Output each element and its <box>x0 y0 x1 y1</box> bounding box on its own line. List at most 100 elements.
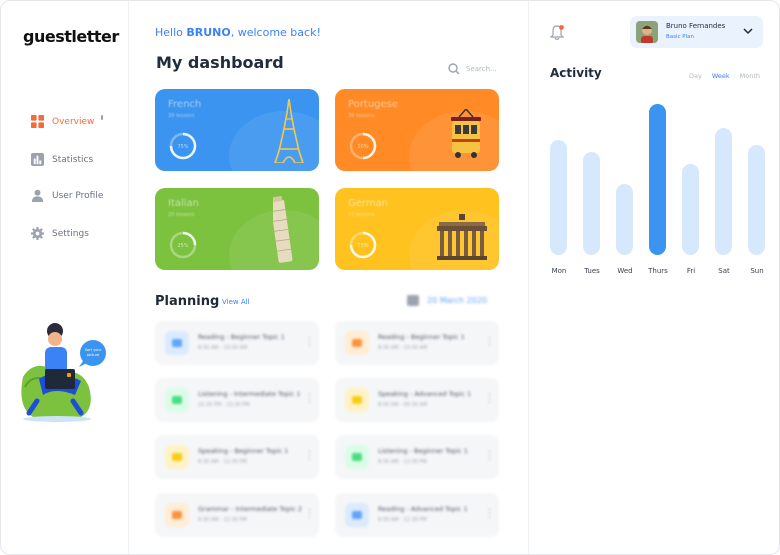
bar-chart-icon <box>31 153 44 166</box>
app-window: guestletter Overview Statistics User Pro… <box>0 0 780 555</box>
brandenburg-gate-icon <box>437 214 487 260</box>
chevron-down-icon <box>743 28 753 35</box>
more-options-icon[interactable]: · · · <box>488 334 491 352</box>
course-lessons: 20 lessons <box>168 212 195 218</box>
active-indicator <box>101 115 103 120</box>
lesson-title: Reading - Advanced Topic 1 <box>378 505 468 513</box>
lesson-time: 8:30 AM - 12:30 PM <box>198 517 247 523</box>
lesson-card[interactable]: Listening - Intermediate Topic 1 22:30 PM… <box>155 378 319 422</box>
lesson-title: Grammar - Intermediate Topic 2 <box>198 505 303 513</box>
more-options-icon[interactable]: · · · <box>308 391 311 409</box>
progress-value: 50% <box>357 144 368 150</box>
activity-bar[interactable] <box>616 184 633 255</box>
planning-title: Planning <box>155 294 220 309</box>
lesson-title: Listening - Intermediate Topic 1 <box>198 390 301 398</box>
greeting-prefix: Hello <box>155 26 187 39</box>
search-input[interactable]: Search... <box>448 63 497 75</box>
activity-bar[interactable] <box>682 164 699 255</box>
search-icon <box>448 63 460 75</box>
view-all-link[interactable]: View All <box>222 298 250 306</box>
lesson-card[interactable]: Reading - Beginner Topic 1 8:30 AM - 10:3… <box>155 321 319 365</box>
lesson-title: Reading - Beginner Topic 1 <box>378 333 465 341</box>
lesson-time: 8:30 AM - 12:30 PM <box>378 459 427 465</box>
eiffel-tower-icon <box>274 99 304 163</box>
activity-bar[interactable] <box>748 145 765 255</box>
svg-text:picture: picture <box>87 353 100 357</box>
more-options-icon[interactable]: · · · <box>308 334 311 352</box>
activity-title: Activity <box>550 66 602 80</box>
course-card-german[interactable]: German 15 lessons 75% <box>335 188 499 270</box>
date-picker[interactable]: 20 March 2020 <box>407 295 487 306</box>
headphones-icon <box>345 445 369 469</box>
day-label: Mon <box>551 267 567 275</box>
lesson-card[interactable]: Speaking - Advanced Topic 1 8:30 AM - 09:… <box>335 378 499 422</box>
calendar-icon <box>407 295 419 306</box>
day-label: Fri <box>686 267 696 275</box>
bell-icon[interactable] <box>550 25 564 41</box>
lesson-title: Listening - Beginner Topic 1 <box>378 447 468 455</box>
headphones-icon <box>165 388 189 412</box>
activity-bar[interactable] <box>550 140 567 255</box>
gear-icon <box>31 227 44 240</box>
right-panel <box>528 1 779 554</box>
lesson-time: 22:30 PM - 23:30 PM <box>198 402 250 408</box>
profile-plan: Basic Plan <box>666 34 695 40</box>
sidebar-item-overview[interactable]: Overview <box>31 115 94 128</box>
lesson-card[interactable]: Grammar - Intermediate Topic 2 8:30 AM - … <box>155 493 319 537</box>
greeting-suffix: , welcome back! <box>230 26 321 39</box>
sidebar-item-settings[interactable]: Settings <box>31 227 89 240</box>
day-label: Sat <box>718 267 730 275</box>
progress-ring: 75% <box>169 132 197 160</box>
course-card-italian[interactable]: Italian 20 lessons 25% <box>155 188 319 270</box>
activity-bar[interactable] <box>715 128 732 255</box>
lesson-title: Reading - Beginner Topic 1 <box>198 333 285 341</box>
lesson-card[interactable]: Listening - Beginner Topic 1 8:30 AM - 12… <box>335 435 499 479</box>
sidebar-item-user-profile[interactable]: User Profile <box>31 189 103 202</box>
course-lessons: 15 lessons <box>348 212 375 218</box>
app-logo[interactable]: guestletter <box>23 27 119 46</box>
page-title: My dashboard <box>156 53 284 72</box>
book-icon <box>345 503 369 527</box>
course-language: French <box>168 99 202 110</box>
lesson-card[interactable]: Reading - Beginner Topic 1 8:30 AM - 10:3… <box>335 321 499 365</box>
tab-week[interactable]: Week <box>712 72 730 80</box>
sidebar: guestletter Overview Statistics User Pro… <box>1 1 129 554</box>
progress-value: 25% <box>177 243 188 249</box>
search-placeholder: Search... <box>466 65 497 73</box>
day-label: Thurs <box>648 267 668 275</box>
course-card-french[interactable]: French 39 lessons 75% <box>155 89 319 171</box>
more-options-icon[interactable]: · · · <box>308 448 311 466</box>
sidebar-item-label: Settings <box>52 228 89 239</box>
course-lessons: 39 lessons <box>348 113 375 119</box>
lesson-card[interactable]: Speaking - Beginner Topic 1 8:30 AM - 12:… <box>155 435 319 479</box>
progress-value: 75% <box>177 144 188 150</box>
profile-name: Bruno Fernandes <box>666 22 726 30</box>
activity-bar[interactable] <box>583 152 600 255</box>
lesson-time: 8:30 AM - 10:30 AM <box>378 345 428 351</box>
progress-ring: 75% <box>349 231 377 259</box>
course-lessons: 39 lessons <box>168 113 195 119</box>
progress-ring: 50% <box>349 132 377 160</box>
course-language: German <box>348 198 389 209</box>
speaker-icon <box>165 445 189 469</box>
user-icon <box>31 189 44 202</box>
tab-month[interactable]: Month <box>740 72 760 80</box>
more-options-icon[interactable]: · · · <box>488 506 491 524</box>
student-illustration: Sort your picture <box>21 323 106 422</box>
more-options-icon[interactable]: · · · <box>488 448 491 466</box>
more-options-icon[interactable]: · · · <box>308 506 311 524</box>
grid-icon <box>31 115 44 128</box>
tab-day[interactable]: Day <box>689 72 702 80</box>
activity-bar[interactable] <box>649 104 666 255</box>
more-options-icon[interactable]: · · · <box>488 391 491 409</box>
course-card-portugese[interactable]: Portugese 39 lessons 50% <box>335 89 499 171</box>
lesson-time: 8:30 AM - 12:30 PM <box>198 459 247 465</box>
svg-text:Sort your: Sort your <box>85 348 102 352</box>
sidebar-item-statistics[interactable]: Statistics <box>31 153 93 166</box>
sidebar-item-label: User Profile <box>52 190 104 201</box>
lesson-card[interactable]: Reading - Advanced Topic 1 8:30 AM - 12:3… <box>335 493 499 537</box>
day-label: Sun <box>750 267 764 275</box>
profile-menu[interactable]: Bruno Fernandes Basic Plan <box>630 16 763 48</box>
greeting: Hello BRUNO, welcome back! <box>155 26 321 39</box>
course-language: Italian <box>168 198 200 209</box>
